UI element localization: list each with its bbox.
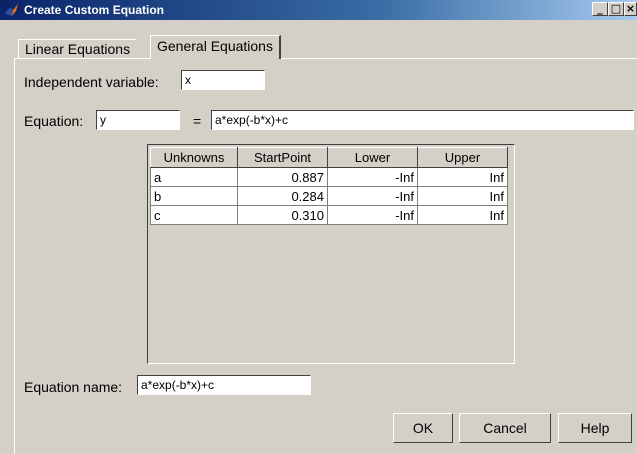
close-button[interactable]: ×: [624, 2, 637, 16]
column-header-lower[interactable]: Lower: [327, 147, 418, 168]
title-bar[interactable]: Create Custom Equation _ □ ×: [0, 0, 637, 20]
table-row[interactable]: a 0.887 -Inf Inf: [150, 167, 508, 187]
table-row[interactable]: b 0.284 -Inf Inf: [150, 186, 508, 206]
ok-button[interactable]: OK: [393, 413, 453, 443]
cell-lower[interactable]: -Inf: [327, 167, 418, 187]
cell-unknown[interactable]: a: [150, 167, 238, 187]
cell-unknown[interactable]: b: [150, 186, 238, 206]
minimize-button[interactable]: _: [592, 2, 608, 16]
cell-startpoint[interactable]: 0.284: [237, 186, 328, 206]
cell-upper[interactable]: Inf: [417, 186, 508, 206]
independent-variable-field[interactable]: x: [181, 70, 265, 90]
help-button[interactable]: Help: [558, 413, 632, 443]
cell-lower[interactable]: -Inf: [327, 186, 418, 206]
equation-name-field[interactable]: a*exp(-b*x)+c: [137, 375, 311, 395]
equation-label: Equation:: [24, 113, 84, 129]
cell-lower[interactable]: -Inf: [327, 205, 418, 225]
maximize-button[interactable]: □: [608, 2, 624, 16]
column-header-upper[interactable]: Upper: [417, 147, 508, 168]
column-header-unknowns[interactable]: Unknowns: [150, 147, 238, 168]
equals-sign: =: [193, 113, 202, 129]
tab-linear-equations[interactable]: Linear Equations: [18, 39, 137, 58]
coefficients-table[interactable]: Unknowns StartPoint Lower Upper a 0.887 …: [150, 147, 508, 225]
matlab-membrane-icon: [4, 2, 20, 18]
equation-name-label: Equation name:: [24, 379, 123, 395]
cancel-button[interactable]: Cancel: [459, 413, 551, 443]
equation-lhs-field[interactable]: y: [96, 110, 180, 130]
cell-startpoint[interactable]: 0.887: [237, 167, 328, 187]
tab-general-equations[interactable]: General Equations: [150, 35, 281, 59]
dialog-window: Create Custom Equation _ □ × Linear Equa…: [0, 0, 637, 454]
cell-upper[interactable]: Inf: [417, 167, 508, 187]
coefficients-table-area[interactable]: Unknowns StartPoint Lower Upper a 0.887 …: [147, 144, 515, 364]
cell-upper[interactable]: Inf: [417, 205, 508, 225]
column-header-startpoint[interactable]: StartPoint: [237, 147, 328, 168]
cell-unknown[interactable]: c: [150, 205, 238, 225]
independent-variable-label: Independent variable:: [24, 74, 159, 90]
window-title: Create Custom Equation: [24, 3, 165, 17]
cell-startpoint[interactable]: 0.310: [237, 205, 328, 225]
table-row[interactable]: c 0.310 -Inf Inf: [150, 205, 508, 225]
equation-rhs-field[interactable]: a*exp(-b*x)+c: [211, 110, 634, 130]
